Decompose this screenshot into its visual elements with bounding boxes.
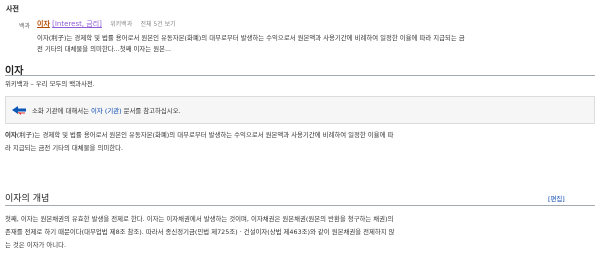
- intro-line-1: 이자(利子)는 경제학 및 법률 용어로서 원본인 유동자본(화폐)의 대부로부…: [5, 130, 393, 139]
- disambiguation-notice: 소화 기관에 대해서는 이자 (기관) 문서를 참고하십시오.: [5, 96, 595, 124]
- result-source: 위키백과: [110, 21, 133, 28]
- dictionary-source-label: 백과: [19, 23, 31, 30]
- section-line-2: 존재를 전제로 하기 때문이다(대부업법 제8조 참조). 따라서 종신정기금(…: [5, 228, 395, 236]
- article-subtitle: 위키백과 – 우리 모두의 백과사전.: [5, 80, 95, 88]
- section-line-1: 첫째, 이자는 원본채권의 유효한 발생을 전제로 한다. 이자는 이자채권에서…: [5, 215, 394, 223]
- section-heading: 이자의 개념: [5, 194, 50, 204]
- title-divider: [5, 75, 595, 76]
- notice-link[interactable]: 이자 (기관): [91, 107, 122, 115]
- notice-text-before: 소화 기관에 대해서는: [32, 107, 89, 115]
- section-divider: [5, 205, 595, 206]
- intro-text-1: (利子)는 경제학 및 법률 용어로서 원본인 유동자본(화폐)의 대부로부터 …: [16, 131, 394, 139]
- disambiguation-icon: [12, 106, 26, 115]
- view-all-link[interactable]: 전체 5건 보기: [140, 21, 175, 28]
- result-snippet-line-2: 전 기타의 대체물을 의미한다...첫째 이자는 원본...: [37, 45, 172, 53]
- result-snippet-line-1: 이자(利子)는 경제학 및 법률 용어로서 원본인 유동자본(화폐)의 대부로부…: [37, 34, 465, 42]
- intro-term: 이자: [5, 131, 17, 139]
- notice-text: 소화 기관에 대해서는 이자 (기관) 문서를 참고하십시오.: [32, 106, 181, 115]
- notice-text-after: 문서를 참고하십시오.: [123, 107, 181, 115]
- intro-line-2: 라 지급되는 금전 기타의 대체물을 의미한다.: [5, 144, 124, 152]
- section-line-3: 는 것은 이자가 아니다.: [5, 241, 67, 249]
- dictionary-section-label: 사전: [6, 5, 19, 13]
- result-subterm-link[interactable]: [Interest, 금리]: [52, 20, 102, 28]
- section-edit-link[interactable]: [편집]: [548, 194, 565, 203]
- dictionary-result-title: 이자 [Interest, 금리] 위키백과 전체 5건 보기: [37, 19, 176, 29]
- result-term-link[interactable]: 이자: [37, 20, 50, 28]
